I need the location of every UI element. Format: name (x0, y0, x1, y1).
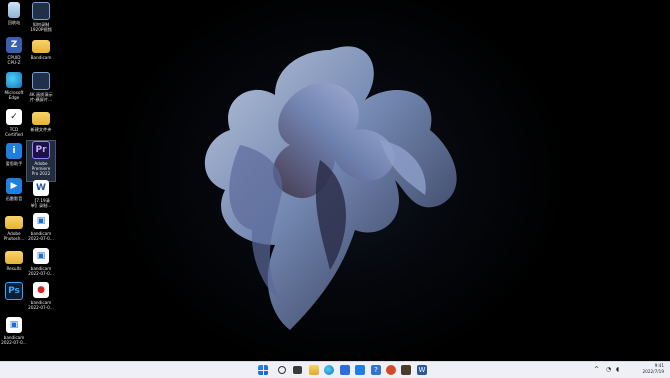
store-icon[interactable] (340, 365, 350, 375)
folder-icon (5, 216, 23, 229)
task-view-icon[interactable] (293, 366, 302, 374)
video-file-icon (32, 72, 50, 90)
folder-icon (5, 251, 23, 264)
tray-chevron-icon[interactable]: ^ (594, 366, 599, 374)
bandicam-file-icon: ▣ (6, 317, 22, 333)
app-icon[interactable] (355, 365, 365, 375)
app-icon[interactable] (386, 365, 396, 375)
start-icon[interactable] (258, 365, 268, 375)
folder-icon (32, 112, 50, 125)
volume-icon[interactable]: ◖ (616, 366, 619, 374)
taskbar: ? W ^ ◔ ◖ 9:41 2022/7/19 (0, 361, 670, 378)
edge-icon (6, 72, 22, 88)
app-icon: i (6, 143, 22, 159)
recycle-bin-icon (8, 2, 20, 18)
desktop-icon-photoshop-folder[interactable]: Adobe Photosh... (0, 213, 28, 249)
premiere-icon: Pr (32, 141, 50, 159)
search-icon[interactable] (278, 366, 286, 374)
network-icon[interactable]: ◔ (606, 366, 611, 374)
app-icon: ▶ (6, 178, 22, 194)
desktop: 回收站 Z CPUID CPU-Z Microsoft Edge ✓ TCD C… (0, 0, 670, 361)
video-file-icon (32, 2, 50, 20)
app-icon[interactable]: ? (371, 365, 381, 375)
desktop-icon-bandicam-folder[interactable]: Bandicam (27, 37, 55, 73)
desktop-icon-bandicam-file-1[interactable]: ▣ bandicam 2022-07-0... (27, 213, 55, 249)
desktop-icon-video-4k[interactable]: 4K 画质演示 片-横屏片... (27, 72, 55, 108)
desktop-icon-cpuz[interactable]: Z CPUID CPU-Z (0, 37, 28, 73)
tcd-icon: ✓ (6, 109, 22, 125)
file-explorer-icon[interactable] (309, 365, 319, 375)
desktop-icon-recycle-bin[interactable]: 回收站 (0, 2, 28, 38)
cpuz-icon: Z (6, 37, 22, 53)
desktop-icon-bandicam-file-4[interactable]: ▣ bandicam 2022-07-0... (0, 317, 28, 353)
photoshop-icon: Ps (5, 282, 23, 300)
desktop-icon-ps[interactable]: Ps (0, 282, 28, 318)
word-icon[interactable]: W (417, 365, 427, 375)
edge-icon[interactable] (324, 365, 334, 375)
desktop-icon-word-doc[interactable]: W 【7.19清 单】录制... (27, 180, 55, 216)
desktop-icon-results[interactable]: Results (0, 248, 28, 284)
desktop-icon-app-1[interactable]: i 爱思助手 (0, 143, 28, 179)
desktop-icon-premiere-pro[interactable]: Pr Adobe Premiere Pro 2022 (26, 140, 56, 182)
clock[interactable]: 9:41 2022/7/19 (643, 363, 664, 375)
folder-icon (32, 40, 50, 53)
desktop-icon-edge[interactable]: Microsoft Edge (0, 72, 28, 108)
clock-date: 2022/7/19 (642, 369, 664, 374)
app-icon[interactable] (401, 365, 411, 375)
desktop-icon-bandicam-file-2[interactable]: ▣ bandicam 2022-07-0... (27, 248, 55, 284)
bloom-wallpaper (204, 46, 457, 330)
desktop-icon-new-folder[interactable]: 新建文件夹 (27, 109, 55, 145)
desktop-icon-tcd[interactable]: ✓ TCD Certified (0, 109, 28, 145)
desktop-icon-app-2[interactable]: ▶ 迅雷影音 (0, 178, 28, 214)
word-doc-icon: W (33, 180, 49, 196)
bandicam-file-icon: ▣ (33, 248, 49, 264)
desktop-icon-bandicam-app[interactable]: ● bandicam 2022-07-0... (27, 282, 55, 318)
desktop-icon-video-1920p[interactable]: 如何录制 1920P视频 (27, 2, 55, 38)
bandicam-app-icon: ● (33, 282, 49, 298)
bandicam-file-icon: ▣ (33, 213, 49, 229)
